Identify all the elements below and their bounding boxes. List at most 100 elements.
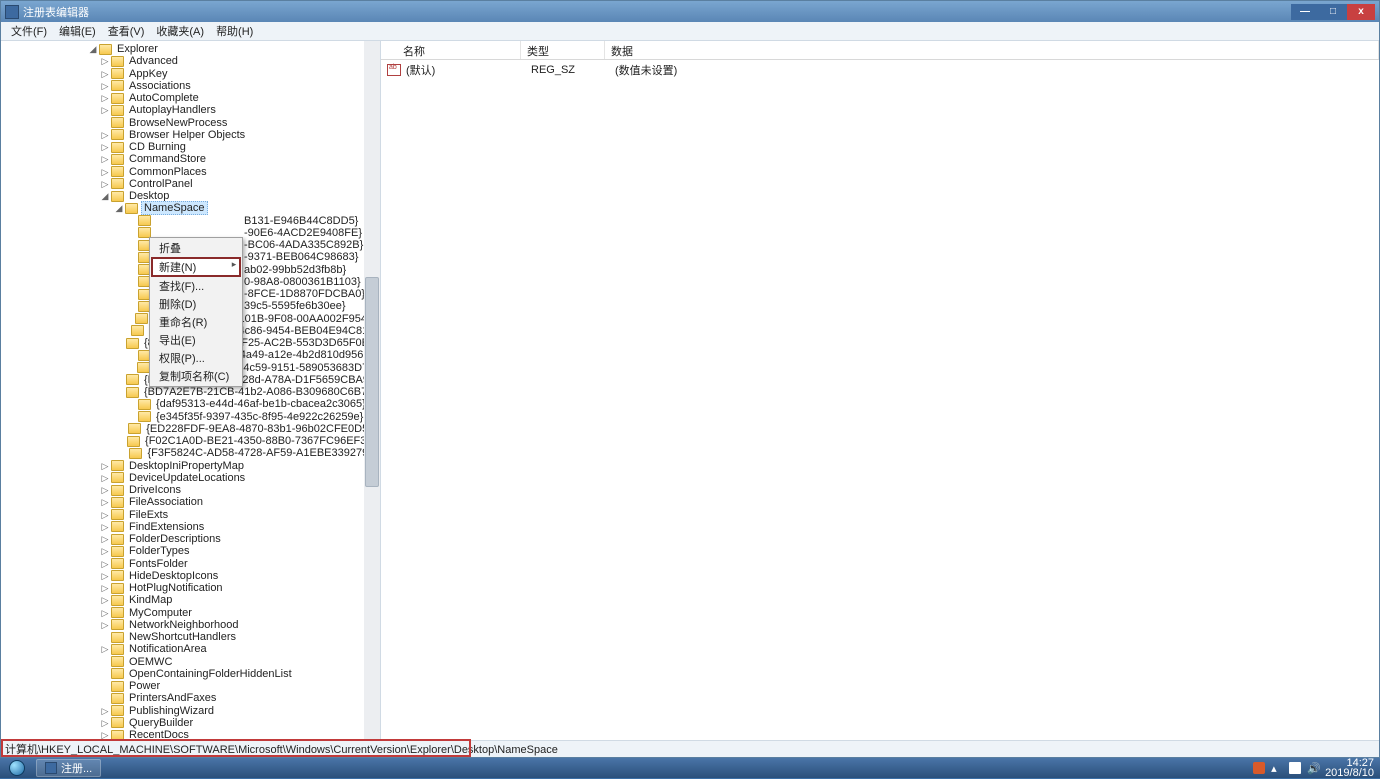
tree-item[interactable]: FileExts (127, 509, 170, 521)
tree-item[interactable]: Desktop (127, 190, 171, 202)
tree-item[interactable]: Power (127, 680, 162, 692)
menu-file[interactable]: 文件(F) (5, 21, 53, 41)
tree-item[interactable]: QueryBuilder (127, 717, 195, 729)
ctx-copy-key-name[interactable]: 复制项名称(C) (151, 367, 241, 385)
tree-item[interactable]: FolderTypes (127, 545, 192, 557)
expander-icon[interactable]: ▷ (99, 594, 111, 606)
tree-item[interactable]: AutoComplete (127, 92, 201, 104)
ctx-delete[interactable]: 删除(D) (151, 295, 241, 313)
expander-icon[interactable]: ▷ (99, 509, 111, 521)
expander-icon[interactable]: ▷ (99, 705, 111, 717)
table-row[interactable]: (默认) REG_SZ (数值未设置) (381, 62, 1379, 78)
expander-icon[interactable]: ◢ (113, 202, 125, 214)
tree-item-selected[interactable]: NameSpace (141, 201, 208, 215)
tray-sogou-icon[interactable] (1253, 762, 1265, 774)
tree-item[interactable]: {F02C1A0D-BE21-4350-88B0-7367FC96EF3C} (143, 435, 380, 447)
expander-icon[interactable]: ▷ (99, 141, 111, 153)
tree-item[interactable]: MyComputer (127, 607, 194, 619)
expander-icon[interactable]: ▷ (99, 104, 111, 116)
tree-item[interactable]: Explorer (115, 43, 160, 55)
expander-icon[interactable]: ▷ (99, 545, 111, 557)
tree-item[interactable]: {daf95313-e44d-46af-be1b-cbacea2c3065} (154, 398, 368, 410)
menu-edit[interactable]: 编辑(E) (53, 21, 102, 41)
tree-item[interactable]: HideDesktopIcons (127, 570, 220, 582)
registry-tree[interactable]: ◢Explorer ▷Advanced ▷AppKey ▷Association… (1, 41, 381, 740)
expander-icon[interactable]: ▷ (99, 558, 111, 570)
expander-icon[interactable]: ◢ (87, 43, 99, 55)
tree-item[interactable]: KindMap (127, 594, 174, 606)
tree-item[interactable]: DriveIcons (127, 484, 183, 496)
menu-view[interactable]: 查看(V) (102, 21, 151, 41)
ctx-rename[interactable]: 重命名(R) (151, 313, 241, 331)
expander-icon[interactable]: ◢ (99, 190, 111, 202)
taskbar-app-regedit[interactable]: 注册... (36, 759, 101, 777)
tree-item[interactable]: CommonPlaces (127, 166, 209, 178)
expander-icon[interactable]: ▷ (99, 153, 111, 165)
tray-clock[interactable]: 14:27 2019/8/10 (1325, 758, 1374, 778)
tree-item[interactable]: PublishingWizard (127, 705, 216, 717)
expander-icon[interactable]: ▷ (99, 92, 111, 104)
expander-icon[interactable]: ▷ (99, 619, 111, 631)
expander-icon[interactable]: ▷ (99, 460, 111, 472)
expander-icon[interactable]: ▷ (99, 582, 111, 594)
tree-item[interactable]: B131-E946B44C8DD5} (154, 215, 360, 227)
tree-item[interactable]: RecentDocs (127, 729, 191, 740)
col-data[interactable]: 数据 (605, 41, 1379, 59)
tree-item[interactable]: {e345f35f-9397-435c-8f95-4e922c26259e} (154, 411, 365, 423)
expander-icon[interactable]: ▷ (99, 607, 111, 619)
col-type[interactable]: 类型 (521, 41, 605, 59)
expander-icon[interactable]: ▷ (99, 729, 111, 740)
tree-item[interactable]: Browser Helper Objects (127, 129, 247, 141)
tree-item[interactable]: AppKey (127, 68, 170, 80)
expander-icon[interactable]: ▷ (99, 533, 111, 545)
ctx-export[interactable]: 导出(E) (151, 331, 241, 349)
tree-item[interactable]: OEMWC (127, 656, 174, 668)
menu-favorites[interactable]: 收藏夹(A) (150, 21, 210, 41)
tree-item[interactable]: {F3F5824C-AD58-4728-AF59-A1EBE3392799} (145, 447, 380, 459)
tree-item[interactable]: FindExtensions (127, 521, 206, 533)
expander-icon[interactable]: ▷ (99, 80, 111, 92)
tree-item[interactable]: CommandStore (127, 153, 208, 165)
tree-scrollbar[interactable] (364, 41, 380, 740)
expander-icon[interactable]: ▷ (99, 717, 111, 729)
ctx-new[interactable]: 新建(N) (151, 257, 241, 277)
expander-icon[interactable]: ▷ (99, 55, 111, 67)
expander-icon[interactable]: ▷ (99, 166, 111, 178)
grid-body[interactable]: (默认) REG_SZ (数值未设置) (381, 60, 1379, 740)
expander-icon[interactable]: ▷ (99, 570, 111, 582)
expander-icon[interactable]: ▷ (99, 472, 111, 484)
tree-item[interactable]: ControlPanel (127, 178, 195, 190)
start-button[interactable] (0, 758, 34, 778)
tree-item[interactable]: AutoplayHandlers (127, 104, 218, 116)
tray-show-hidden-icon[interactable]: ▴ (1271, 762, 1283, 774)
expander-icon[interactable]: ▷ (99, 521, 111, 533)
tree-item[interactable]: {ED228FDF-9EA8-4870-83b1-96b02CFE0D52} (144, 423, 380, 435)
tree-item[interactable]: {BD7A2E7B-21CB-41b2-A086-B309680C6B7E} (142, 386, 380, 398)
tree-item[interactable]: OpenContainingFolderHiddenList (127, 668, 294, 680)
tree-item[interactable]: DeviceUpdateLocations (127, 472, 247, 484)
tree-item[interactable]: HotPlugNotification (127, 582, 225, 594)
ctx-permissions[interactable]: 权限(P)... (151, 349, 241, 367)
tree-item[interactable]: PrintersAndFaxes (127, 692, 218, 704)
expander-icon[interactable]: ▷ (99, 129, 111, 141)
expander-icon[interactable]: ▷ (99, 178, 111, 190)
tree-item[interactable]: BrowseNewProcess (127, 117, 229, 129)
ctx-find[interactable]: 查找(F)... (151, 277, 241, 295)
tree-item[interactable]: CD Burning (127, 141, 188, 153)
tree-item[interactable]: FileAssociation (127, 496, 205, 508)
maximize-button[interactable]: □ (1319, 4, 1347, 20)
expander-icon[interactable]: ▷ (99, 643, 111, 655)
tree-item[interactable]: DesktopIniPropertyMap (127, 460, 246, 472)
expander-icon[interactable]: ▷ (99, 68, 111, 80)
tree-item[interactable]: FolderDescriptions (127, 533, 223, 545)
tree-item[interactable]: NewShortcutHandlers (127, 631, 238, 643)
expander-icon[interactable]: ▷ (99, 496, 111, 508)
tray-action-center-icon[interactable] (1289, 762, 1301, 774)
close-button[interactable]: x (1347, 4, 1375, 20)
tree-item[interactable]: NetworkNeighborhood (127, 619, 240, 631)
minimize-button[interactable]: — (1291, 4, 1319, 20)
tree-item[interactable]: NotificationArea (127, 643, 209, 655)
tree-item[interactable]: Advanced (127, 55, 180, 67)
titlebar[interactable]: 注册表编辑器 — □ x (1, 1, 1379, 22)
expander-icon[interactable]: ▷ (99, 484, 111, 496)
